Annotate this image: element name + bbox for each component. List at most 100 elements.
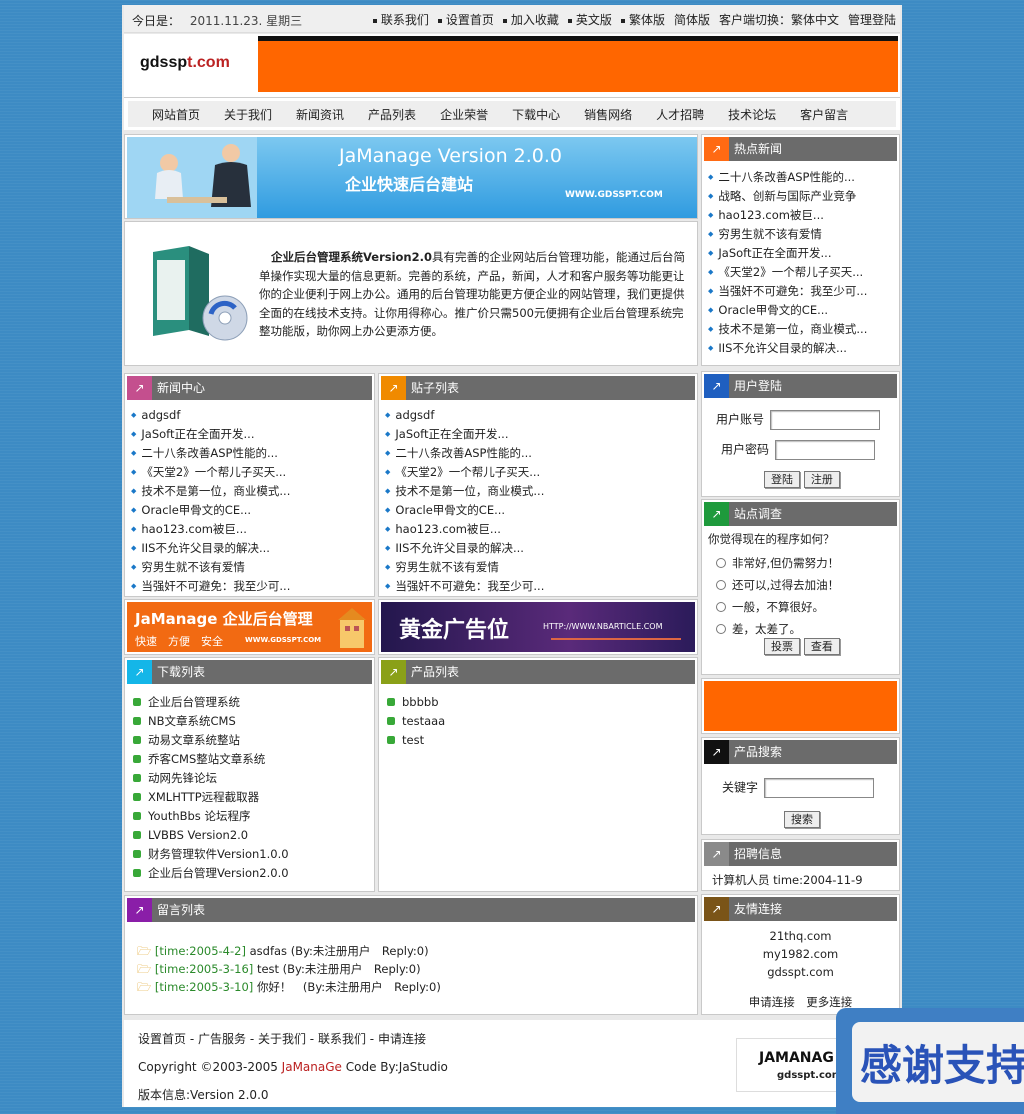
friend-link[interactable]: 21thq.com — [702, 927, 899, 945]
search-button[interactable]: 搜索 — [784, 811, 820, 828]
list-item[interactable]: hao123.com被巨... — [385, 520, 544, 539]
list-item[interactable]: Oracle甲骨文的CE... — [131, 501, 290, 520]
login-button[interactable]: 登陆 — [764, 471, 800, 488]
footer-link[interactable]: 设置首页 — [138, 1032, 186, 1046]
survey-option[interactable]: 非常好,但仍需努力！ — [716, 552, 839, 574]
page-container: 今日是： 2011.11.23. 星期三 联系我们 设置首页 加入收藏 英文版 … — [122, 5, 902, 1107]
nav-download[interactable]: 下载中心 — [500, 106, 572, 123]
list-item[interactable]: 🗁 [time:2005-3-10] 你好！ (By:未注册用户 Reply:0… — [137, 978, 441, 996]
more-links[interactable]: 更多连接 — [806, 995, 852, 1009]
list-item[interactable]: test — [387, 731, 445, 750]
nav-honors[interactable]: 企业荣誉 — [428, 106, 500, 123]
list-item[interactable]: XMLHTTP远程截取器 — [133, 788, 289, 807]
side-ad[interactable] — [701, 678, 900, 734]
list-item[interactable]: 🗁 [time:2005-3-16] test (By:未注册用户 Reply:… — [137, 960, 441, 978]
traditional-link[interactable]: 繁体版 — [620, 11, 665, 28]
list-item[interactable]: hao123.com被巨... — [131, 520, 290, 539]
list-item[interactable]: YouthBbs 论坛程序 — [133, 807, 289, 826]
list-item[interactable]: JaSoft正在全面开发... — [385, 425, 544, 444]
friend-links-panel: ↗ 友情连接 21thq.com my1982.com gdsspt.com 申请… — [701, 894, 900, 1015]
client-switch-link[interactable]: 客户端切换：繁体中文 — [719, 11, 839, 28]
vote-button[interactable]: 投票 — [764, 638, 800, 655]
nav-news[interactable]: 新闻资讯 — [284, 106, 356, 123]
footer-link[interactable]: 广告服务 — [198, 1032, 246, 1046]
list-item[interactable]: 技术不是第一位，商业模式... — [708, 320, 867, 339]
admin-login-link[interactable]: 管理登陆 — [848, 11, 896, 28]
ad-golden[interactable]: 黄金广告位 HTTP://WWW.NBARTICLE.COM — [378, 599, 698, 655]
password-input[interactable] — [774, 440, 875, 460]
list-item[interactable]: 二十八条改善ASP性能的... — [131, 444, 290, 463]
list-item[interactable]: Oracle甲骨文的CE... — [385, 501, 544, 520]
list-item[interactable]: hao123.com被巨... — [708, 206, 867, 225]
list-item[interactable]: 当强奸不可避免：我至少可... — [708, 282, 867, 301]
radio-button[interactable] — [716, 580, 726, 590]
nav-forum[interactable]: 技术论坛 — [716, 106, 788, 123]
nav-home[interactable]: 网站首页 — [128, 106, 212, 123]
list-item[interactable]: 动易文章系统整站 — [133, 731, 289, 750]
list-item[interactable]: 《天堂2》一个帮儿子买天... — [385, 463, 544, 482]
footer-link[interactable]: 联系我们 — [318, 1032, 366, 1046]
friend-link[interactable]: my1982.com — [702, 945, 899, 963]
site-logo[interactable]: gdsspt.com — [140, 54, 230, 72]
view-results-button[interactable]: 查看 — [803, 638, 840, 655]
list-item[interactable]: bbbbb — [387, 693, 445, 712]
radio-button[interactable] — [716, 624, 726, 634]
apply-link[interactable]: 申请连接 — [749, 995, 795, 1009]
list-item[interactable]: JaSoft正在全面开发... — [708, 244, 867, 263]
list-item[interactable]: 穷男生就不该有爱情 — [708, 225, 867, 244]
nav-jobs[interactable]: 人才招聘 — [644, 106, 716, 123]
footer-link[interactable]: 关于我们 — [258, 1032, 306, 1046]
friend-link[interactable]: gdsspt.com — [702, 963, 899, 981]
contact-link[interactable]: 联系我们 — [372, 11, 429, 28]
job-item[interactable]: 计算机人员 time:2004-11-9 — [712, 872, 863, 888]
list-item[interactable]: Oracle甲骨文的CE... — [708, 301, 867, 320]
register-button[interactable]: 注册 — [803, 471, 840, 488]
list-item[interactable]: 企业后台管理系统 — [133, 693, 289, 712]
nav-products[interactable]: 产品列表 — [356, 106, 428, 123]
list-item[interactable]: LVBBS Version2.0 — [133, 826, 289, 845]
ad-jamanage[interactable]: JaManage 企业后台管理 快速 方便 安全 WWW.GDSSPT.COM — [124, 599, 375, 655]
list-item[interactable]: 《天堂2》一个帮儿子买天... — [708, 263, 867, 282]
list-item[interactable]: adgsdf — [131, 406, 290, 425]
username-input[interactable] — [769, 410, 880, 430]
list-item[interactable]: IIS不允许父目录的解决... — [131, 539, 290, 558]
list-item[interactable]: 当强奸不可避免：我至少可... — [131, 577, 290, 596]
list-item[interactable]: 技术不是第一位，商业模式... — [385, 482, 544, 501]
list-item[interactable]: 二十八条改善ASP性能的... — [385, 444, 544, 463]
list-item[interactable]: 乔客CMS整站文章系统 — [133, 750, 289, 769]
nav-sales[interactable]: 销售网络 — [572, 106, 644, 123]
english-link[interactable]: 英文版 — [567, 11, 612, 28]
list-item[interactable]: IIS不允许父目录的解决... — [708, 339, 867, 358]
survey-question: 你觉得现在的程序如何？ — [708, 532, 835, 546]
survey-option[interactable]: 还可以,过得去加油！ — [716, 574, 839, 596]
list-item[interactable]: 穷男生就不该有爱情 — [385, 558, 544, 577]
nav-about[interactable]: 关于我们 — [212, 106, 284, 123]
list-item[interactable]: 《天堂2》一个帮儿子买天... — [131, 463, 290, 482]
list-item[interactable]: 穷男生就不该有爱情 — [131, 558, 290, 577]
simplified-link[interactable]: 简体版 — [674, 11, 710, 28]
list-item[interactable]: 二十八条改善ASP性能的... — [708, 168, 867, 187]
survey-option[interactable]: 一般，不算很好。 — [716, 596, 839, 618]
list-item[interactable]: 动网先锋论坛 — [133, 769, 289, 788]
list-item[interactable]: 当强奸不可避免：我至少可... — [385, 577, 544, 596]
set-homepage-link[interactable]: 设置首页 — [437, 11, 494, 28]
add-favorite-link[interactable]: 加入收藏 — [502, 11, 559, 28]
survey-option[interactable]: 差，太差了。 — [716, 618, 839, 640]
radio-button[interactable] — [716, 558, 726, 568]
main-banner[interactable]: JaManage Version 2.0.0 企业快速后台建站 WWW.GDSS… — [124, 134, 698, 219]
list-item[interactable]: NB文章系统CMS — [133, 712, 289, 731]
radio-button[interactable] — [716, 602, 726, 612]
list-item[interactable]: 财务管理软件Version1.0.0 — [133, 845, 289, 864]
list-item[interactable]: IIS不允许父目录的解决... — [385, 539, 544, 558]
list-item[interactable]: 🗁 [time:2005-4-2] asdfas (By:未注册用户 Reply… — [137, 942, 441, 960]
list-item[interactable]: adgsdf — [385, 406, 544, 425]
footer-link[interactable]: 申请连接 — [378, 1032, 426, 1046]
floating-thanks-banner[interactable]: 感谢支持 — [836, 1008, 1024, 1114]
list-item[interactable]: testaaa — [387, 712, 445, 731]
nav-guestbook[interactable]: 客户留言 — [788, 106, 860, 123]
list-item[interactable]: JaSoft正在全面开发... — [131, 425, 290, 444]
list-item[interactable]: 企业后台管理Version2.0.0 — [133, 864, 289, 883]
list-item[interactable]: 技术不是第一位，商业模式... — [131, 482, 290, 501]
keyword-input[interactable] — [763, 778, 874, 798]
list-item[interactable]: 战略、创新与国际产业竞争 — [708, 187, 867, 206]
